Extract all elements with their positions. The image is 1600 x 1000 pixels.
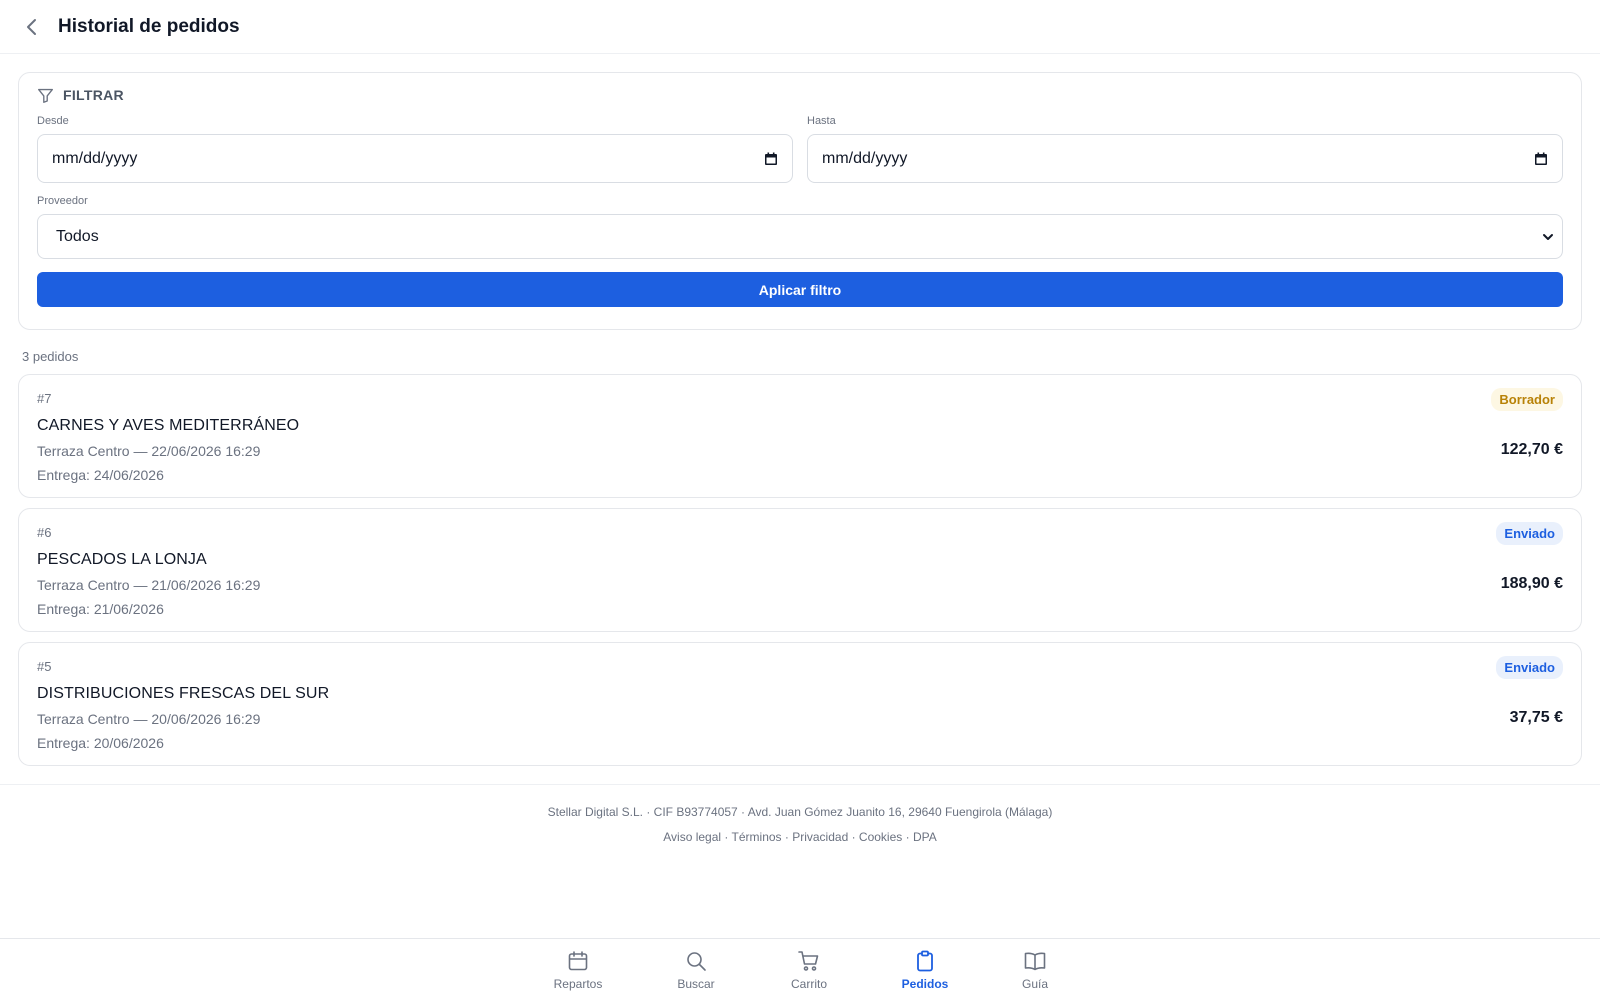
calendar-picker-icon[interactable] [764,152,778,166]
footer-separator: · [902,830,913,844]
footer: Stellar Digital S.L. · CIF B93774057 · A… [0,784,1600,844]
apply-filter-button[interactable]: Aplicar filtro [37,272,1563,307]
status-badge: Enviado [1496,522,1563,545]
order-amount: 122,70 € [1500,441,1563,458]
to-field: Hasta mm/dd/yyyy [807,103,1563,183]
filter-panel: FILTRAR Desde mm/dd/yyyy Hasta mm/dd/yyy… [18,72,1582,330]
filter-header: FILTRAR [37,87,1563,103]
search-icon [687,952,706,971]
order-delivery: Entrega: 21/06/2026 [37,601,164,617]
footer-company-info: Stellar Digital S.L. · CIF B93774057 · A… [547,805,1053,819]
orders-count: 3 pedidos [22,349,79,364]
to-label: Hasta [807,115,836,127]
order-supplier: CARNES Y AVES MEDITERRÁNEO [37,417,300,434]
footer-separator: · [781,830,793,844]
cart-icon [798,951,819,971]
from-label: Desde [37,115,69,127]
nav-label: Repartos [553,977,603,991]
bottom-nav: Repartos Buscar Carrito Pedidos Guía [0,938,1600,1000]
order-card[interactable]: #7 CARNES Y AVES MEDITERRÁNEO Terraza Ce… [18,374,1582,498]
filter-icon [38,88,53,103]
order-supplier: DISTRIBUCIONES FRESCAS DEL SUR [37,685,330,702]
order-meta: Terraza Centro — 20/06/2026 16:29 [37,711,261,727]
footer-link-terms[interactable]: Términos [732,830,782,844]
clipboard-icon [917,950,933,972]
date-range-row: Desde mm/dd/yyyy Hasta mm/dd/yyyy [37,103,1563,183]
book-icon [1024,952,1046,971]
order-supplier: PESCADOS LA LONJA [37,551,207,568]
chevron-left-icon [27,18,36,35]
from-date-input[interactable]: mm/dd/yyyy [37,134,793,183]
calendar-picker-icon[interactable] [1534,152,1548,166]
order-meta: Terraza Centro — 21/06/2026 16:29 [37,577,261,593]
nav-label: Guía [1021,977,1048,991]
order-delivery: Entrega: 20/06/2026 [37,735,164,751]
order-meta: Terraza Centro — 22/06/2026 16:29 [37,443,261,459]
order-card[interactable]: #6 PESCADOS LA LONJA Terraza Centro — 21… [18,508,1582,632]
nav-label: Carrito [790,977,827,991]
order-amount: 37,75 € [1509,709,1563,726]
order-id: #5 [37,659,52,674]
to-date-input[interactable]: mm/dd/yyyy [807,134,1563,183]
from-field: Desde mm/dd/yyyy [37,103,793,183]
back-button[interactable] [20,15,44,39]
status-badge: Enviado [1496,656,1563,679]
to-date-value: mm/dd/yyyy [822,149,908,167]
order-id: #7 [37,391,52,406]
order-card[interactable]: #5 DISTRIBUCIONES FRESCAS DEL SUR Terraz… [18,642,1582,766]
order-delivery: Entrega: 24/06/2026 [37,467,164,483]
footer-links: Aviso legal · Términos · Privacidad · Co… [0,830,1600,844]
app-header: Historial de pedidos [0,0,1600,54]
status-badge: Borrador [1491,388,1563,411]
footer-link-legal[interactable]: Aviso legal [663,830,721,844]
nav-item-buscar[interactable]: Buscar [651,949,741,991]
from-date-value: mm/dd/yyyy [52,149,138,167]
nav-label: Buscar [677,977,715,991]
supplier-select[interactable]: Todos [37,214,1563,259]
footer-separator: · [721,830,732,844]
nav-label: Pedidos [901,977,949,991]
main-content: FILTRAR Desde mm/dd/yyyy Hasta mm/dd/yyy… [0,54,1600,766]
nav-item-carrito[interactable]: Carrito [764,949,854,991]
footer-link-dpa[interactable]: DPA [913,830,937,844]
chevron-down-icon [1543,233,1553,240]
nav-item-guia[interactable]: Guía [990,949,1080,991]
order-id: #6 [37,525,52,540]
footer-separator: · [848,830,859,844]
supplier-select-value: Todos [56,227,99,245]
page-title: Historial de pedidos [58,15,240,37]
footer-link-privacy[interactable]: Privacidad [792,830,848,844]
supplier-label: Proveedor [37,195,88,207]
order-amount: 188,90 € [1500,575,1563,592]
filter-heading: FILTRAR [63,87,124,103]
nav-item-repartos[interactable]: Repartos [533,949,623,991]
footer-link-cookies[interactable]: Cookies [859,830,902,844]
calendar-icon [568,951,588,971]
nav-item-pedidos[interactable]: Pedidos [880,949,970,991]
